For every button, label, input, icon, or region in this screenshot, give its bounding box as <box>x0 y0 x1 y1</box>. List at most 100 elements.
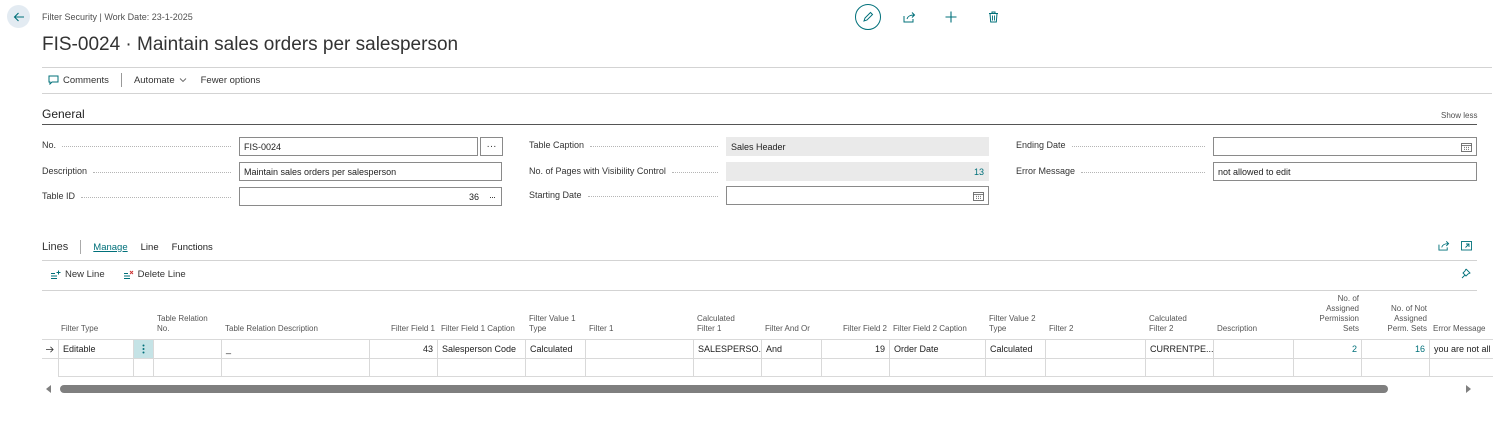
column-header-filter-field-1-caption[interactable]: Filter Field 1 Caption <box>438 291 526 339</box>
empty-row-cell[interactable] <box>1146 359 1214 377</box>
scrollbar-thumb[interactable] <box>60 385 1388 393</box>
delete-line-button[interactable]: Delete Line <box>123 269 186 280</box>
column-header-filter-field-2[interactable]: Filter Field 2 <box>822 291 890 339</box>
column-header-table-relation-no[interactable]: Table Relation No. <box>154 291 222 339</box>
comments-button[interactable]: Comments <box>48 75 109 86</box>
delete-button[interactable] <box>979 4 1007 30</box>
fewer-options-button[interactable]: Fewer options <box>201 75 261 86</box>
share-button[interactable] <box>895 4 923 30</box>
empty-row-cell[interactable] <box>1430 359 1493 377</box>
empty-row-cell[interactable] <box>1214 359 1294 377</box>
cell-filter-field-2[interactable]: 19 <box>822 339 890 359</box>
cell-filter-field-2-caption[interactable]: Order Date <box>890 339 986 359</box>
cell-filter-2[interactable] <box>1046 339 1146 359</box>
empty-row-cell[interactable] <box>694 359 762 377</box>
divider <box>42 93 1492 94</box>
column-header-calculated-filter-1[interactable]: Calculated Filter 1 <box>694 291 762 339</box>
new-line-button[interactable]: New Line <box>50 269 105 280</box>
description-input[interactable]: Maintain sales orders per salesperson <box>239 162 502 181</box>
column-header-filter-value-1-type[interactable]: Filter Value 1 Type <box>526 291 586 339</box>
error-message-input[interactable]: not allowed to edit <box>1213 162 1477 181</box>
table-id-value: 36 <box>468 191 479 202</box>
tab-line[interactable]: Line <box>141 242 159 253</box>
column-header-text: Filter Field 1 Caption <box>441 324 515 333</box>
column-header-filter-and-or[interactable]: Filter And Or <box>762 291 822 339</box>
cell-filter-field-1[interactable]: 43 <box>370 339 438 359</box>
scroll-right-icon[interactable] <box>1466 385 1472 393</box>
back-button[interactable] <box>7 5 30 28</box>
comments-label: Comments <box>63 74 109 86</box>
empty-row-cell[interactable] <box>1362 359 1430 377</box>
tab-manage[interactable]: Manage <box>93 242 127 253</box>
cell-calculated-filter-1[interactable]: SALESPERSO... <box>694 339 762 359</box>
column-header-text: No. of <box>1337 294 1359 303</box>
column-header-filter-type[interactable]: Filter Type <box>58 291 134 339</box>
empty-row-cell[interactable] <box>586 359 694 377</box>
empty-row-cell[interactable] <box>986 359 1046 377</box>
cell-table-relation-no[interactable] <box>154 339 222 359</box>
column-header-filter-1[interactable]: Filter 1 <box>586 291 694 339</box>
cell-error-message[interactable]: you are not all <box>1430 339 1493 359</box>
scroll-left-icon[interactable] <box>46 385 52 393</box>
empty-row-cell[interactable] <box>526 359 586 377</box>
pages-field[interactable]: 13 <box>726 162 989 181</box>
column-header-assigned-permission-sets[interactable]: No. of Assigned Permission Sets <box>1294 291 1362 339</box>
column-header-description[interactable]: Description <box>1214 291 1294 339</box>
cell-not-assigned-perm-sets[interactable]: 16 <box>1362 339 1430 359</box>
column-header-text: Filter 1 <box>589 324 614 333</box>
cell-description[interactable] <box>1214 339 1294 359</box>
column-header-table-relation-description[interactable]: Table Relation Description <box>222 291 370 339</box>
divider <box>42 260 1477 261</box>
empty-row-cell[interactable] <box>222 359 370 377</box>
calendar-icon[interactable] <box>1461 142 1472 152</box>
cell-filter-value-2-type[interactable]: Calculated <box>986 339 1046 359</box>
fewer-options-label: Fewer options <box>200 74 261 86</box>
show-less-link[interactable]: Show less <box>1441 111 1477 120</box>
cell-filter-1[interactable] <box>586 339 694 359</box>
action-bar: Comments Automate Fewer options <box>48 73 260 87</box>
empty-row-cell[interactable] <box>822 359 890 377</box>
empty-row-cell[interactable] <box>438 359 526 377</box>
empty-row-cell[interactable] <box>370 359 438 377</box>
ending-date-input[interactable] <box>1213 137 1477 156</box>
empty-row-cell[interactable] <box>134 359 154 377</box>
column-header-not-assigned-perm-sets[interactable]: No. of Not Assigned Perm. Sets <box>1362 291 1430 339</box>
column-header-text: Filter Field 2 <box>842 324 887 333</box>
cell-table-relation-description[interactable]: _ <box>222 339 370 359</box>
column-header-filter-2[interactable]: Filter 2 <box>1046 291 1146 339</box>
delete-line-icon <box>123 270 133 279</box>
empty-row-cell[interactable] <box>58 359 134 377</box>
no-lookup-button[interactable]: ··· <box>480 137 503 156</box>
starting-date-input[interactable] <box>726 186 989 205</box>
cell-filter-type[interactable]: Editable <box>58 339 134 359</box>
cell-filter-value-1-type[interactable]: Calculated <box>526 339 586 359</box>
cell-filter-field-1-caption[interactable]: Salesperson Code <box>438 339 526 359</box>
table-id-input[interactable]: 36 ··· <box>239 187 502 206</box>
lines-expand-button[interactable] <box>1461 240 1472 251</box>
tab-functions[interactable]: Functions <box>172 242 213 253</box>
empty-row-cell[interactable] <box>762 359 822 377</box>
cell-calculated-filter-2[interactable]: CURRENTPE... <box>1146 339 1214 359</box>
column-header-filter-value-2-type[interactable]: Filter Value 2 Type <box>986 291 1046 339</box>
new-button[interactable] <box>937 4 965 30</box>
lines-share-button[interactable] <box>1438 240 1450 251</box>
column-header-error-message[interactable]: Error Message <box>1430 291 1493 339</box>
calendar-icon[interactable] <box>973 191 984 201</box>
column-header-filter-field-1[interactable]: Filter Field 1 <box>370 291 438 339</box>
empty-row-cell[interactable] <box>890 359 986 377</box>
pin-button[interactable] <box>1460 268 1471 279</box>
empty-row-cell[interactable] <box>154 359 222 377</box>
cell-value: SALESPERSO... <box>698 344 762 354</box>
column-header-text: Filter 2 <box>1049 324 1074 333</box>
no-input[interactable]: FIS-0024 <box>239 137 478 156</box>
cell-filter-and-or[interactable]: And <box>762 339 822 359</box>
column-header-filter-field-2-caption[interactable]: Filter Field 2 Caption <box>890 291 986 339</box>
column-header-calculated-filter-2[interactable]: Calculated Filter 2 <box>1146 291 1214 339</box>
row-actions-button[interactable] <box>134 339 154 359</box>
automate-menu[interactable]: Automate <box>134 75 187 86</box>
empty-row-cell[interactable] <box>1294 359 1362 377</box>
edit-button[interactable] <box>855 4 881 30</box>
empty-row-cell[interactable] <box>1046 359 1146 377</box>
horizontal-scrollbar[interactable] <box>42 380 1477 397</box>
cell-assigned-permission-sets[interactable]: 2 <box>1294 339 1362 359</box>
